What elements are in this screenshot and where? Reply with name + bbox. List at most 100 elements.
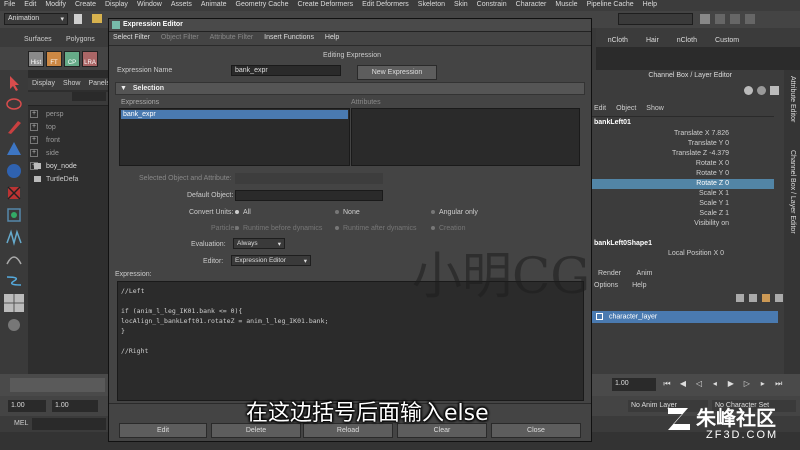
grid-icon[interactable]	[4, 294, 24, 312]
channel-box-attribute-row[interactable]: Scale X 1	[588, 189, 774, 199]
layer-visibility-icon[interactable]	[596, 313, 603, 320]
range-start-field[interactable]: 1.00	[8, 400, 46, 412]
attribute-value[interactable]: 1	[725, 210, 729, 217]
attributes-list[interactable]	[351, 108, 580, 166]
prev-key-icon[interactable]: ◁	[694, 379, 704, 389]
menubar-item[interactable]: Edit Deformers	[362, 1, 409, 8]
shelf-icon-hist[interactable]: Hist	[28, 51, 44, 67]
channel-box-attribute-row[interactable]: Rotate Z 0	[588, 179, 774, 189]
menubar-item[interactable]: File	[4, 1, 15, 8]
menubar-item[interactable]: Geometry Cache	[236, 1, 289, 8]
channel-box-menu-item[interactable]: Edit	[594, 105, 606, 112]
cube-icon[interactable]	[4, 206, 24, 224]
shelf-icon-cp[interactable]: CP	[64, 51, 80, 67]
expressions-list-item[interactable]: bank_expr	[121, 110, 348, 119]
attribute-value[interactable]: 0	[725, 170, 729, 177]
expressions-list[interactable]: bank_expr	[119, 108, 350, 166]
object-icon[interactable]	[756, 86, 766, 95]
outliner-item[interactable]: + side	[28, 147, 108, 160]
shelf-tab-right[interactable]: Custom	[709, 35, 745, 46]
channel-box-attribute-row[interactable]: Scale Z 1	[588, 209, 774, 219]
quick-select-field[interactable]	[618, 13, 693, 25]
scale-tool-icon[interactable]	[4, 184, 24, 202]
layer-tab-render[interactable]: Render	[598, 270, 621, 277]
attribute-value[interactable]: 7.826	[711, 130, 729, 137]
channel-box-attribute-row[interactable]: Translate Y 0	[588, 139, 774, 149]
new-layer-icon[interactable]	[736, 294, 744, 302]
open-folder-icon[interactable]	[92, 14, 102, 23]
layer-icon[interactable]	[769, 86, 779, 95]
time-slider-track[interactable]	[10, 378, 105, 392]
expand-icon[interactable]: +	[30, 110, 38, 118]
menubar-item[interactable]: Modify	[45, 1, 66, 8]
channel-box-menu-item[interactable]: Show	[646, 105, 664, 112]
mel-input[interactable]	[32, 418, 106, 430]
evaluation-dropdown[interactable]: Always ▾	[233, 238, 285, 249]
menubar-item[interactable]: Help	[643, 1, 657, 8]
next-key-icon[interactable]: ▷	[742, 379, 752, 389]
hair-icon[interactable]	[4, 228, 24, 246]
module-dropdown[interactable]: Animation ▾	[4, 13, 68, 25]
ee-menu-help[interactable]: Help	[325, 34, 339, 41]
expression-name-field[interactable]: bank_expr	[231, 65, 341, 76]
new-expression-button[interactable]: New Expression	[357, 65, 437, 80]
attribute-value[interactable]: 0	[725, 180, 729, 187]
channel-box-attribute-row[interactable]: Translate X 7.826	[588, 129, 774, 139]
layer-swatch-icon[interactable]	[761, 294, 770, 302]
edit-button[interactable]: Edit	[119, 423, 207, 438]
outliner-filter-field[interactable]	[72, 92, 106, 101]
step-back-icon[interactable]: ◀	[678, 379, 688, 389]
sphere-icon[interactable]	[4, 162, 24, 180]
attribute-value[interactable]: on	[721, 220, 729, 227]
expand-icon[interactable]: +	[30, 136, 38, 144]
menubar-item[interactable]: Skin	[454, 1, 468, 8]
convert-angular-radio[interactable]: Angular only	[431, 209, 478, 216]
layout-icon-2[interactable]	[714, 14, 725, 24]
default-object-field[interactable]	[235, 190, 383, 201]
go-to-start-icon[interactable]: ⏮	[662, 379, 672, 389]
shelf-tab-right[interactable]: Hair	[640, 35, 665, 46]
menubar-item[interactable]: Skeleton	[418, 1, 445, 8]
channel-box-menu-item[interactable]: Object	[616, 105, 636, 112]
channel-box-attribute-row[interactable]: Visibility on	[588, 219, 774, 229]
play-forward-icon[interactable]: ▶	[726, 379, 736, 389]
menubar-item[interactable]: Assets	[171, 1, 192, 8]
keyable-icon[interactable]	[744, 86, 753, 95]
go-to-end-icon[interactable]: ⏭	[774, 379, 784, 389]
menubar-item[interactable]: Constrain	[477, 1, 507, 8]
ee-menu-select-filter[interactable]: Select Filter	[113, 34, 150, 41]
curve-icon[interactable]	[4, 272, 24, 290]
attribute-value[interactable]: -4.379	[709, 150, 729, 157]
menubar-item[interactable]: Edit	[24, 1, 36, 8]
attribute-value[interactable]: 0	[725, 160, 729, 167]
ee-menu-object-filter[interactable]: Object Filter	[161, 34, 199, 41]
convert-all-radio[interactable]: All	[235, 209, 251, 216]
paint-tool-icon[interactable]	[4, 118, 24, 136]
menubar-item[interactable]: Create	[75, 1, 96, 8]
channel-box-attribute-row[interactable]: Translate Z -4.379	[588, 149, 774, 159]
outliner-item[interactable]: + persp	[28, 108, 108, 121]
shelf-tab-surfaces[interactable]: Surfaces	[24, 36, 52, 43]
soft-mod-icon[interactable]	[4, 250, 24, 268]
layout-icon-4[interactable]	[744, 14, 755, 24]
attribute-value[interactable]: 1	[725, 200, 729, 207]
channel-box-attribute-row[interactable]: Rotate Y 0	[588, 169, 774, 179]
cone-icon[interactable]	[4, 140, 24, 158]
outliner-item[interactable]: TurtleDefa	[28, 173, 108, 186]
channel-box-attribute-row[interactable]: Scale Y 1	[588, 199, 774, 209]
step-forward-icon[interactable]: ▸	[758, 379, 768, 389]
playback-start-field[interactable]: 1.00	[52, 400, 98, 412]
menubar-item[interactable]: Create Deformers	[297, 1, 353, 8]
lasso-tool-icon[interactable]	[4, 96, 24, 114]
layout-icon-3[interactable]	[729, 14, 740, 24]
ee-menu-insert-functions[interactable]: Insert Functions	[264, 34, 314, 41]
close-button[interactable]: Close	[491, 423, 581, 438]
mel-label[interactable]: MEL	[14, 420, 28, 427]
panel-layout-icons[interactable]	[700, 14, 796, 25]
outliner-item[interactable]: +boy_node	[28, 160, 108, 173]
outliner-menu-item[interactable]: Show	[63, 80, 81, 87]
layer-options-icon[interactable]	[774, 294, 783, 302]
outliner-item[interactable]: + front	[28, 134, 108, 147]
selection-section-header[interactable]: ▼ Selection	[115, 82, 585, 95]
expand-icon[interactable]: +	[30, 149, 38, 157]
